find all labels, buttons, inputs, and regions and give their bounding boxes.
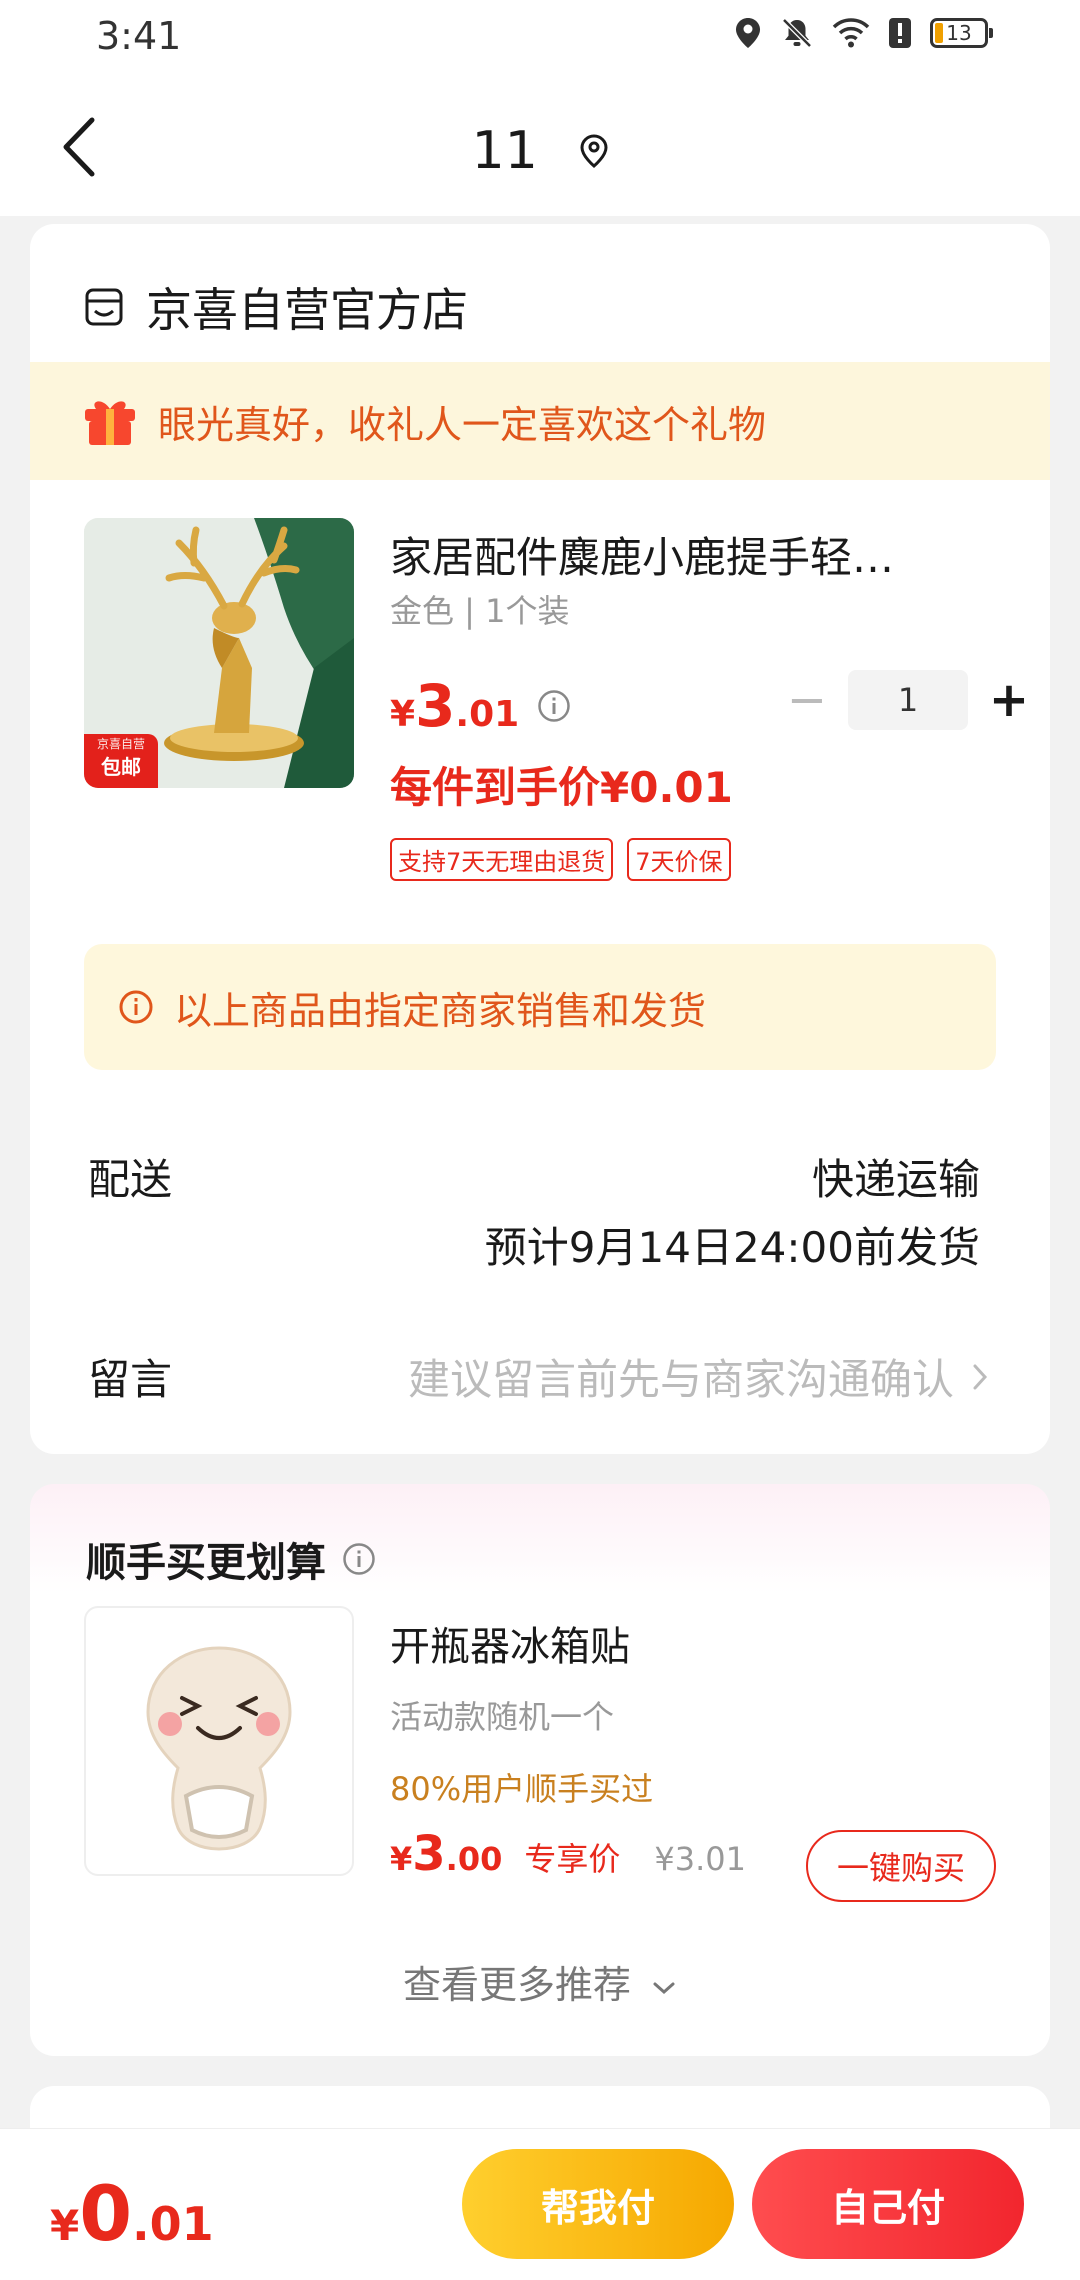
badge-bottom-text: 包邮 [101, 755, 141, 779]
mute-bell-icon [782, 18, 812, 48]
product-price: ¥ 3 .01 [390, 672, 571, 740]
info-icon [119, 990, 153, 1024]
wifi-icon [832, 18, 870, 48]
recommendation-card: 顺手买更划算 开瓶器冰箱贴 活动款随机一个 80%用户顺手买过 ¥ 3 .00 … [30, 1484, 1050, 2056]
chevron-down-icon [653, 1982, 675, 1994]
price-currency: ¥ [390, 1840, 413, 1878]
page-title: 11 [471, 121, 538, 181]
total-decimal: .01 [132, 2197, 214, 2251]
status-icons: 13 [734, 16, 993, 50]
total-price: ¥ 0 .01 [50, 2169, 214, 2258]
price-decimal: .01 [455, 694, 520, 735]
store-icon [85, 288, 123, 326]
delivery-method[interactable]: 快递运输 [812, 1146, 980, 1207]
address-title[interactable]: 11 [0, 118, 1080, 181]
service-tags: 支持7天无理由退货 7天价保 [390, 838, 731, 881]
price-currency: ¥ [390, 694, 416, 735]
service-tag[interactable]: 支持7天无理由退货 [390, 838, 614, 881]
seller-notice-text: 以上商品由指定商家销售和发货 [174, 988, 707, 1033]
location-pin-icon [580, 134, 608, 168]
gift-icon [85, 401, 135, 445]
seller-notice: 以上商品由指定商家销售和发货 [84, 944, 996, 1070]
order-card: 京喜自营官方店 眼光真好，收礼人一定喜欢这个礼物 京喜自营 包邮 家居配件麋鹿小… [30, 224, 1050, 1454]
help-pay-button[interactable]: 帮我付 [462, 2149, 734, 2259]
gift-message: 眼光真好，收礼人一定喜欢这个礼物 [158, 402, 767, 447]
one-click-buy-button[interactable]: 一键购买 [806, 1830, 996, 1902]
recommendation-image[interactable] [84, 1606, 354, 1876]
shop-name: 京喜自营官方店 [146, 283, 468, 337]
recommendation-title: 顺手买更划算 [86, 1540, 326, 1586]
original-price: ¥3.01 [654, 1840, 746, 1878]
badge-top-text: 京喜自营 [96, 737, 145, 751]
recommendation-header: 顺手买更划算 [86, 1530, 376, 1588]
see-more-label: 查看更多推荐 [402, 1963, 631, 2007]
bottom-bar: ¥ 0 .01 帮我付 自己付 [0, 2128, 1080, 2280]
shipping-badge: 京喜自营 包邮 [84, 734, 158, 788]
price-integer: 3 [412, 1826, 446, 1882]
quantity-input[interactable]: 1 [848, 670, 968, 730]
final-unit-price: 每件到手价¥0.01 [390, 763, 733, 812]
recommendation-social-proof: 80%用户顺手买过 [390, 1770, 654, 1808]
delivery-label: 配送 [88, 1155, 173, 1204]
price-info-icon[interactable] [537, 689, 571, 723]
shop-row[interactable]: 京喜自营官方店 [84, 274, 468, 340]
alert-icon [889, 18, 911, 48]
exclusive-price-label: 专享价 [524, 1840, 621, 1878]
recommendation-price: ¥ 3 .00 专享价 ¥3.01 [390, 1826, 746, 1882]
recommendation-name[interactable]: 开瓶器冰箱贴 [390, 1614, 630, 1672]
message-label: 留言 [88, 1355, 173, 1404]
total-currency: ¥ [50, 2201, 80, 2250]
chevron-right-icon [973, 1364, 988, 1389]
product-image[interactable]: 京喜自营 包邮 [84, 518, 354, 788]
status-time: 3:41 [96, 14, 182, 58]
product-spec[interactable]: 金色 | 1个装 [390, 586, 570, 632]
battery-level: 13 [946, 21, 972, 45]
quantity-increase-button[interactable]: + [984, 672, 1034, 728]
location-icon [736, 18, 760, 48]
price-decimal: .00 [445, 1840, 503, 1878]
price-integer: 3 [415, 672, 456, 740]
total-integer: 0 [79, 2169, 133, 2258]
message-placeholder: 建议留言前先与商家沟通确认 [407, 1355, 954, 1404]
product-title[interactable]: 家居配件麋鹿小鹿提手轻… [390, 524, 990, 585]
nav-bar: 11 [0, 76, 1080, 216]
battery-icon: 13 [930, 18, 993, 48]
delivery-eta: 预计9月14日24:00前发货 [484, 1223, 980, 1272]
status-bar: 3:41 13 [0, 0, 1080, 76]
service-tag[interactable]: 7天价保 [627, 838, 731, 881]
message-input[interactable]: 建议留言前先与商家沟通确认 [408, 1346, 988, 1407]
see-more-recommendations[interactable]: 查看更多推荐 [30, 1954, 1050, 2009]
quantity-stepper: − 1 + [782, 670, 1034, 730]
quantity-decrease-button[interactable]: − [782, 672, 832, 728]
gift-banner: 眼光真好，收礼人一定喜欢这个礼物 [30, 362, 1050, 480]
self-pay-button[interactable]: 自己付 [752, 2149, 1024, 2259]
recommendation-desc: 活动款随机一个 [390, 1698, 615, 1736]
bottle-opener-image [146, 1646, 292, 1851]
recommendation-info-icon[interactable] [342, 1542, 376, 1576]
